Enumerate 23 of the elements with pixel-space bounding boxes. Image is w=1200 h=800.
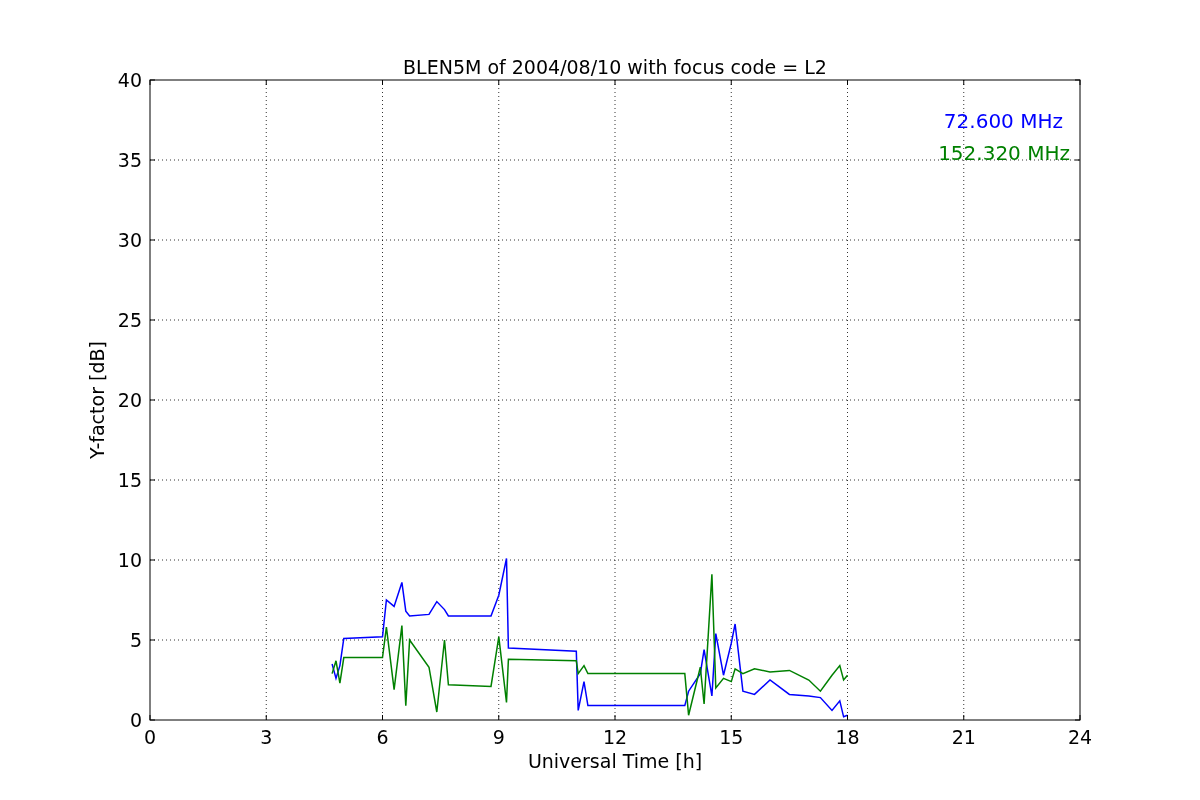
x-tick-label: 21 — [951, 726, 976, 748]
y-tick-label: 30 — [117, 229, 142, 251]
x-tick-label: 15 — [719, 726, 744, 748]
y-tick-label: 25 — [117, 309, 142, 331]
y-tick-label: 35 — [117, 149, 142, 171]
x-tick-label: 24 — [1067, 726, 1093, 748]
y-tick-label: 40 — [117, 69, 142, 91]
x-axis-label: Universal Time [h] — [527, 750, 703, 772]
x-tick-label: 3 — [260, 726, 273, 748]
y-tick-label: 0 — [129, 709, 142, 731]
y-tick-label: 15 — [117, 469, 142, 491]
y-axis-label: Y-factor [dB] — [86, 341, 108, 459]
chart-title: BLEN5M of 2004/08/10 with focus code = L2 — [403, 56, 827, 78]
y-tick-label: 5 — [129, 629, 142, 651]
legend-label: 72.600 MHz — [943, 109, 1063, 133]
x-tick-label: 6 — [376, 726, 389, 748]
y-tick-label: 10 — [117, 549, 142, 571]
legend-label: 152.320 MHz — [938, 141, 1070, 165]
x-tick-label: 9 — [492, 726, 505, 748]
x-tick-label: 18 — [835, 726, 860, 748]
x-tick-label: 12 — [602, 726, 628, 748]
x-tick-label: 0 — [143, 726, 157, 748]
y-tick-label: 20 — [117, 389, 142, 411]
